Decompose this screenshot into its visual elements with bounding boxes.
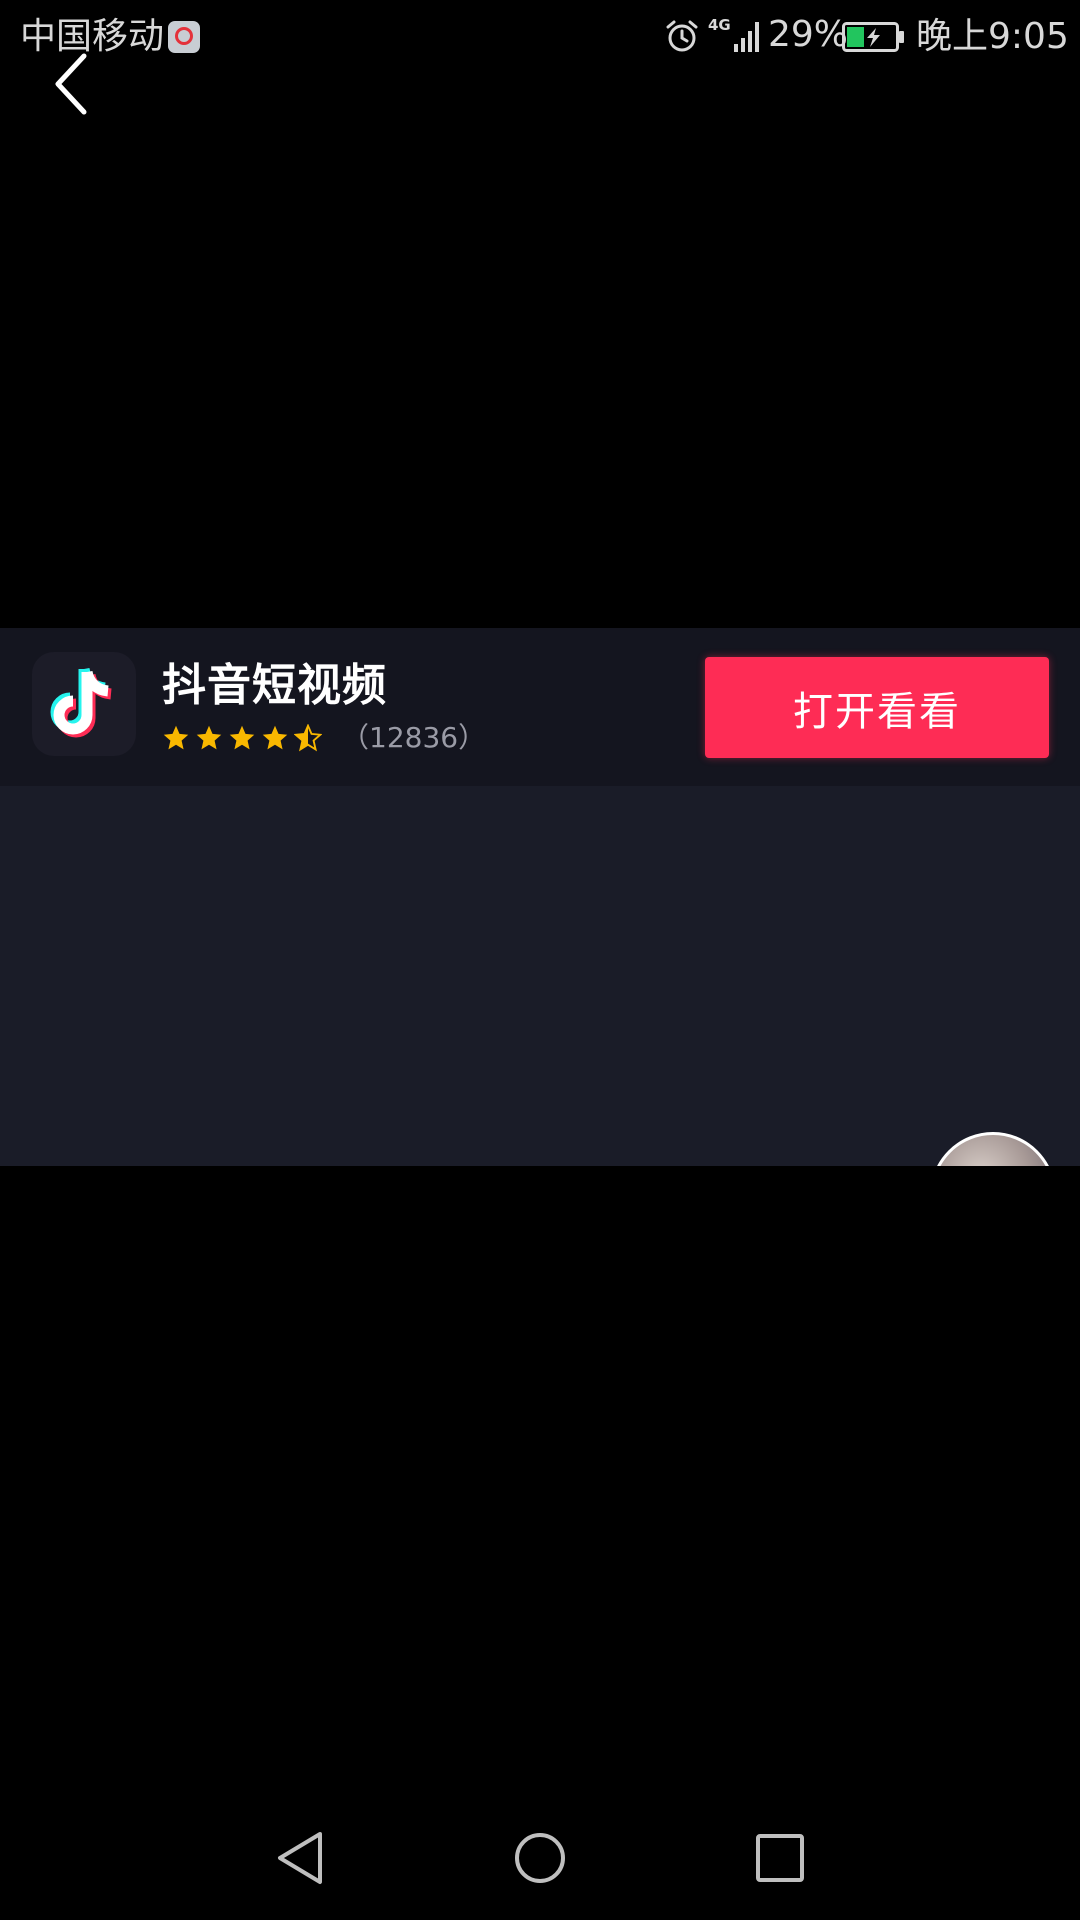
user-avatar[interactable] — [930, 1132, 1056, 1166]
tiktok-note-icon — [50, 667, 112, 738]
video-player[interactable] — [0, 786, 1080, 1166]
clock: 晚上9:05 — [916, 16, 1069, 57]
half-star-icon — [294, 724, 322, 752]
star-icon — [196, 725, 222, 750]
battery-percent: 29% — [768, 14, 849, 55]
signal-icon — [734, 22, 759, 52]
douyin-app-icon — [32, 652, 136, 756]
app-name: 抖音短视频 — [162, 660, 387, 711]
rating-count: （12836） — [341, 721, 487, 754]
open-app-button[interactable]: 打开看看 — [705, 657, 1049, 758]
nav-recents-icon[interactable] — [752, 1830, 808, 1886]
nav-back-icon[interactable] — [272, 1830, 328, 1886]
star-icon — [163, 725, 189, 750]
chevron-left-icon — [55, 53, 87, 115]
battery-charging-icon — [842, 22, 904, 52]
star-rating: （12836） — [162, 720, 486, 756]
star-icon — [262, 725, 288, 750]
carrier-app-icon — [168, 21, 200, 53]
star-icon — [229, 725, 255, 750]
screen: 中国移动 4G 29% 晚上9:05 抖音短视频 （12836） 打开看看 — [0, 0, 1080, 1920]
app-download-banner: 抖音短视频 （12836） 打开看看 — [0, 628, 1080, 786]
nav-home-icon[interactable] — [512, 1830, 568, 1886]
back-button[interactable] — [44, 52, 100, 116]
network-type: 4G — [708, 16, 731, 34]
status-bar: 中国移动 4G 29% 晚上9:05 — [0, 0, 1080, 74]
alarm-icon — [666, 20, 698, 52]
